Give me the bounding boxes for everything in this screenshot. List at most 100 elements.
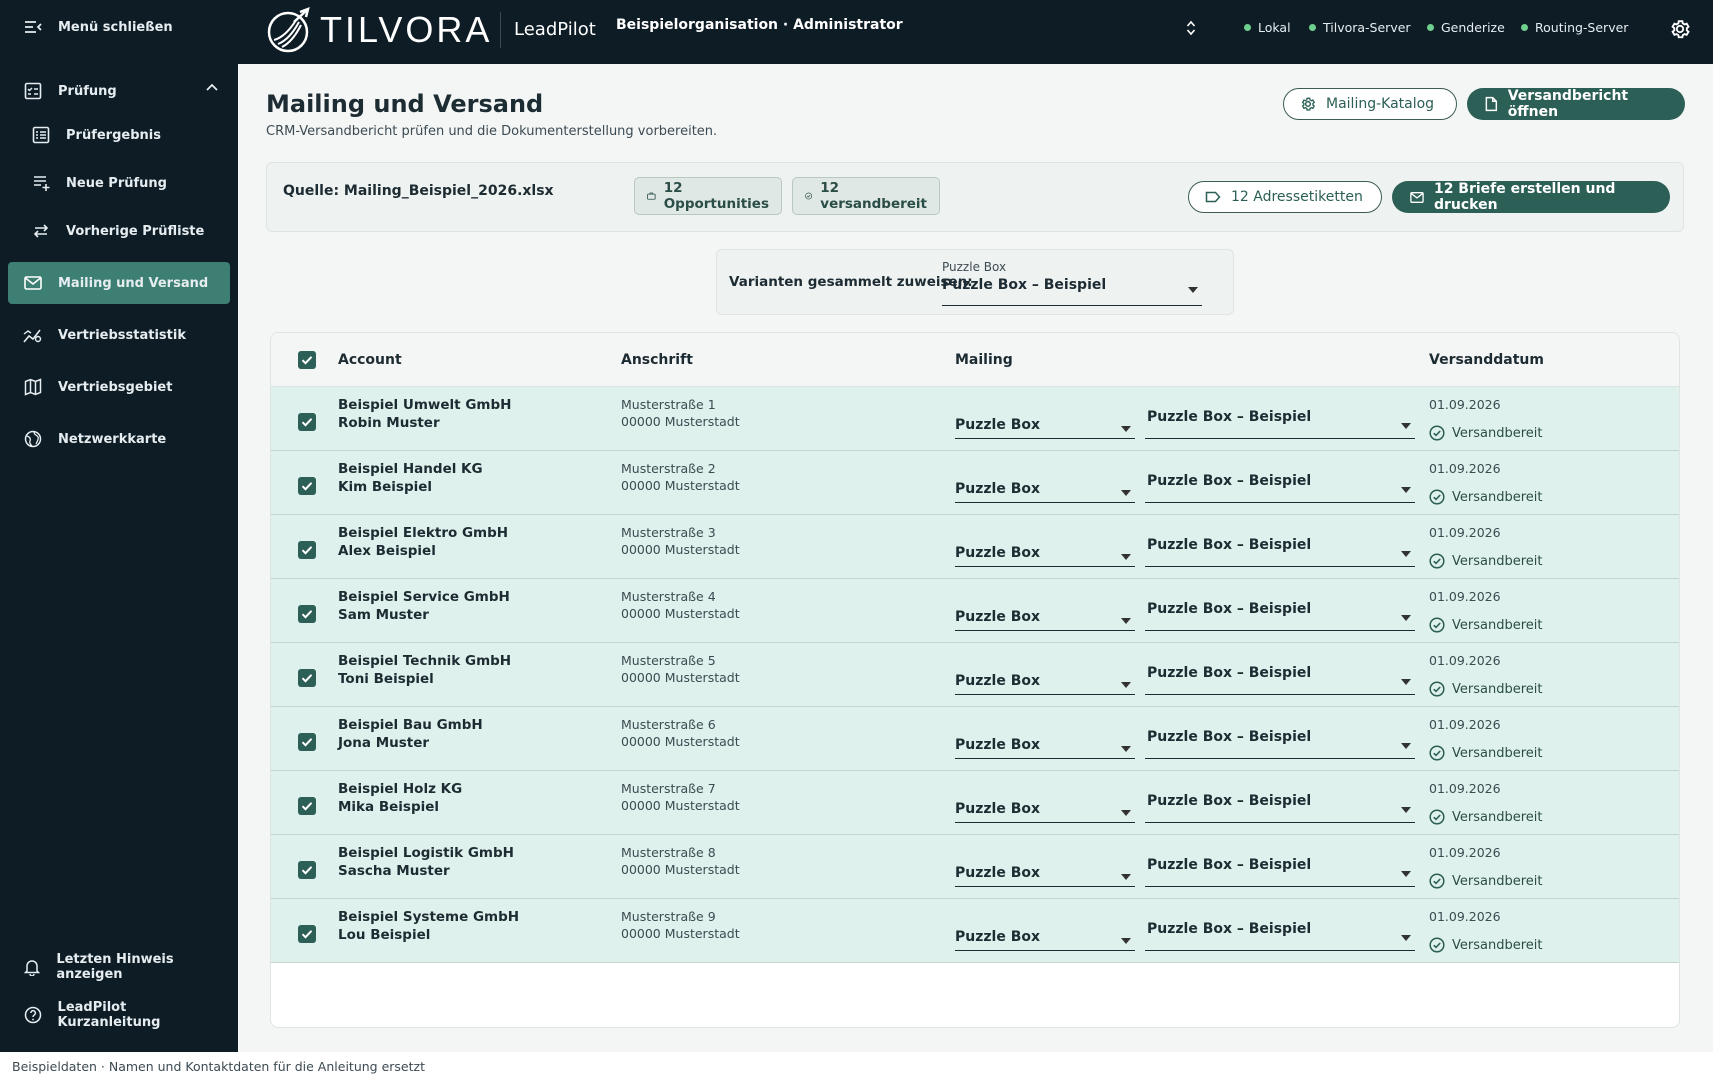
status-label: Versandbereit bbox=[1452, 937, 1543, 953]
address-city: 00000 Musterstadt bbox=[621, 734, 740, 749]
sidebar-item-netzwerkkarte[interactable]: Netzwerkkarte bbox=[8, 418, 230, 460]
account-company: Beispiel Holz KG bbox=[338, 781, 463, 797]
address-street: Musterstraße 4 bbox=[621, 589, 716, 604]
create-letters-button[interactable]: 12 Briefe erstellen und drucken bbox=[1392, 181, 1670, 213]
address-city: 00000 Musterstadt bbox=[621, 926, 740, 941]
mailing-select[interactable]: Puzzle Box bbox=[955, 797, 1135, 823]
table-row[interactable]: Beispiel Elektro GmbH Alex Beispiel Must… bbox=[271, 515, 1679, 579]
mailing-catalog-button[interactable]: Mailing-Katalog bbox=[1283, 88, 1457, 120]
sidebar-bottom-label: Letzten Hinweis anzeigen bbox=[56, 952, 174, 982]
dropdown-arrow-icon bbox=[1188, 287, 1198, 293]
variant-select[interactable]: Puzzle Box – Beispiel bbox=[1145, 855, 1415, 887]
status-label: Versandbereit bbox=[1452, 681, 1543, 697]
sidebar-section-pruefung[interactable]: Prüfung bbox=[8, 70, 230, 112]
status-dot-icon bbox=[1521, 24, 1528, 31]
mailing-select[interactable]: Puzzle Box bbox=[955, 733, 1135, 759]
address-street: Musterstraße 2 bbox=[621, 461, 716, 476]
row-checkbox[interactable] bbox=[298, 797, 316, 815]
account-person: Jona Muster bbox=[338, 735, 430, 751]
table-row[interactable]: Beispiel Umwelt GmbH Robin Muster Muster… bbox=[271, 387, 1679, 451]
dropdown-arrow-icon bbox=[1401, 807, 1411, 813]
checkmark-icon bbox=[301, 738, 313, 747]
close-menu-button[interactable]: Menü schließen bbox=[8, 6, 230, 48]
dropdown-arrow-icon bbox=[1121, 874, 1131, 880]
show-last-hint-button[interactable]: Letzten Hinweis anzeigen bbox=[8, 946, 230, 988]
row-checkbox[interactable] bbox=[298, 541, 316, 559]
variant-select[interactable]: Puzzle Box – Beispiel bbox=[1145, 919, 1415, 951]
table-row[interactable]: Beispiel Holz KG Mika Beispiel Musterstr… bbox=[271, 771, 1679, 835]
check-circle-icon bbox=[1429, 425, 1445, 441]
mailing-select[interactable]: Puzzle Box bbox=[955, 477, 1135, 503]
open-report-button[interactable]: Versandbericht öffnen bbox=[1467, 88, 1685, 120]
settings-button[interactable] bbox=[1669, 18, 1691, 40]
account-company: Beispiel Handel KG bbox=[338, 461, 483, 477]
mailing-select[interactable]: Puzzle Box bbox=[955, 669, 1135, 695]
opportunities-chip[interactable]: 12 Opportunities bbox=[634, 177, 782, 215]
row-checkbox[interactable] bbox=[298, 861, 316, 879]
checkmark-icon bbox=[301, 418, 313, 427]
mailing-select[interactable]: Puzzle Box bbox=[955, 413, 1135, 439]
variant-select[interactable]: Puzzle Box – Beispiel bbox=[1145, 407, 1415, 439]
variant-bulk-select[interactable]: Puzzle Box Puzzle Box – Beispiel bbox=[942, 260, 1202, 306]
row-checkbox[interactable] bbox=[298, 477, 316, 495]
variant-select-value: Puzzle Box – Beispiel bbox=[942, 277, 1107, 293]
ready-chip[interactable]: 12 versandbereit bbox=[792, 177, 940, 215]
topbar-divider bbox=[500, 12, 501, 48]
dropdown-arrow-icon bbox=[1401, 423, 1411, 429]
row-checkbox[interactable] bbox=[298, 669, 316, 687]
mailing-select[interactable]: Puzzle Box bbox=[955, 925, 1135, 951]
organization-selector[interactable]: Beispielorganisation · Administrator bbox=[616, 12, 1196, 46]
mailing-select[interactable]: Puzzle Box bbox=[955, 605, 1135, 631]
column-header-mailing[interactable]: Mailing bbox=[955, 352, 1013, 368]
variant-select[interactable]: Puzzle Box – Beispiel bbox=[1145, 599, 1415, 631]
mailing-value: Puzzle Box bbox=[955, 545, 1041, 561]
sidebar-item-vertriebsstatistik[interactable]: Vertriebsstatistik bbox=[8, 314, 230, 356]
variant-value: Puzzle Box – Beispiel bbox=[1147, 857, 1312, 873]
variant-select[interactable]: Puzzle Box – Beispiel bbox=[1145, 663, 1415, 695]
column-header-date[interactable]: Versanddatum bbox=[1429, 352, 1544, 368]
table-row[interactable]: Beispiel Service GmbH Sam Muster Musters… bbox=[271, 579, 1679, 643]
select-all-checkbox[interactable] bbox=[298, 351, 316, 369]
row-checkbox[interactable] bbox=[298, 605, 316, 623]
sidebar-item-vorherige-pruefliste[interactable]: Vorherige Prüfliste bbox=[8, 210, 230, 252]
status-label: Tilvora-Server bbox=[1323, 20, 1411, 35]
status-badge: Versandbereit bbox=[1429, 425, 1542, 441]
source-file-label: Quelle: Mailing_Beispiel_2026.xlsx bbox=[283, 183, 554, 199]
variant-select[interactable]: Puzzle Box – Beispiel bbox=[1145, 471, 1415, 503]
address-city: 00000 Musterstadt bbox=[621, 414, 740, 429]
sidebar-item-vertriebsgebiet[interactable]: Vertriebsgebiet bbox=[8, 366, 230, 408]
variant-select[interactable]: Puzzle Box – Beispiel bbox=[1145, 535, 1415, 567]
sidebar-item-label: Prüfergebnis bbox=[66, 127, 161, 143]
address-labels-button[interactable]: 12 Adressetiketten bbox=[1188, 181, 1382, 213]
table-row[interactable]: Beispiel Bau GmbH Jona Muster Musterstra… bbox=[271, 707, 1679, 771]
mailing-select[interactable]: Puzzle Box bbox=[955, 541, 1135, 567]
mailing-select[interactable]: Puzzle Box bbox=[955, 861, 1135, 887]
address-street: Musterstraße 6 bbox=[621, 717, 716, 732]
checklist-icon bbox=[22, 80, 44, 102]
quick-guide-button[interactable]: LeadPilot Kurzanleitung bbox=[8, 994, 230, 1036]
address-street: Musterstraße 7 bbox=[621, 781, 716, 796]
account-person: Robin Muster bbox=[338, 415, 440, 431]
variant-select[interactable]: Puzzle Box – Beispiel bbox=[1145, 727, 1415, 759]
sidebar-item-mailing[interactable]: Mailing und Versand bbox=[8, 262, 230, 304]
checkmark-icon bbox=[301, 930, 313, 939]
column-header-account[interactable]: Account bbox=[338, 352, 402, 368]
sidebar-item-label: Netzwerkkarte bbox=[58, 431, 167, 447]
sidebar-item-pruefergebnis[interactable]: Prüfergebnis bbox=[8, 114, 230, 156]
sidebar-item-neue-pruefung[interactable]: Neue Prüfung bbox=[8, 162, 230, 204]
row-checkbox[interactable] bbox=[298, 733, 316, 751]
table-row[interactable]: Beispiel Handel KG Kim Beispiel Musterst… bbox=[271, 451, 1679, 515]
mailing-table: Account Anschrift Mailing Versanddatum B… bbox=[270, 332, 1680, 1028]
variant-value: Puzzle Box – Beispiel bbox=[1147, 729, 1312, 745]
table-row[interactable]: Beispiel Logistik GmbH Sascha Muster Mus… bbox=[271, 835, 1679, 899]
row-checkbox[interactable] bbox=[298, 925, 316, 943]
result-list-icon bbox=[30, 124, 52, 146]
row-checkbox[interactable] bbox=[298, 413, 316, 431]
table-row[interactable]: Beispiel Technik GmbH Toni Beispiel Must… bbox=[271, 643, 1679, 707]
mailing-value: Puzzle Box bbox=[955, 801, 1041, 817]
variant-select[interactable]: Puzzle Box – Beispiel bbox=[1145, 791, 1415, 823]
address-street: Musterstraße 5 bbox=[621, 653, 716, 668]
main-content: Mailing und Versand CRM-Versandbericht p… bbox=[238, 64, 1713, 1052]
table-row[interactable]: Beispiel Systeme GmbH Lou Beispiel Muste… bbox=[271, 899, 1679, 963]
column-header-address[interactable]: Anschrift bbox=[621, 352, 693, 368]
